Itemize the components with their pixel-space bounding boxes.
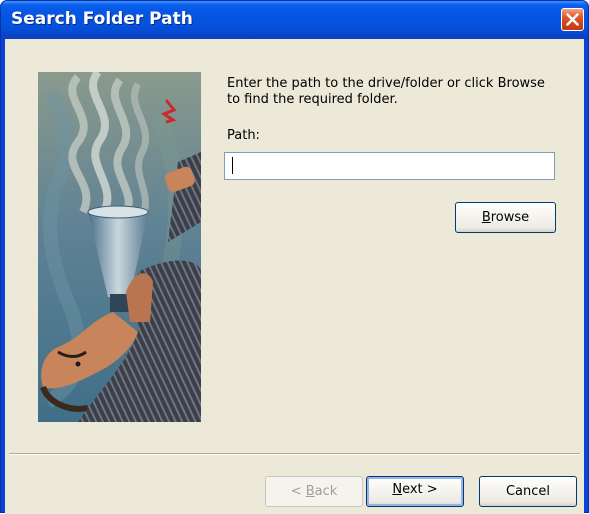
close-icon bbox=[566, 13, 579, 26]
back-button[interactable]: < Back bbox=[265, 476, 363, 507]
dialog-body: Enter the path to the drive/folder or cl… bbox=[5, 39, 584, 514]
back-rest: ack bbox=[314, 484, 338, 499]
path-label: Path: bbox=[227, 128, 260, 143]
back-prefix: < bbox=[290, 484, 306, 499]
close-button[interactable] bbox=[561, 8, 584, 31]
browse-rest: rowse bbox=[490, 210, 530, 225]
footer-separator bbox=[9, 453, 580, 455]
text-caret bbox=[232, 157, 233, 174]
next-accel: N bbox=[392, 482, 403, 497]
title-bar[interactable]: Search Folder Path bbox=[1, 1, 588, 39]
instruction-text: Enter the path to the drive/folder or cl… bbox=[227, 76, 545, 107]
next-rest: ext > bbox=[402, 482, 438, 497]
window-title: Search Folder Path bbox=[11, 9, 193, 29]
dialog-window: Search Folder Path Enter the path to the… bbox=[0, 0, 589, 514]
browse-button[interactable]: Browse bbox=[455, 202, 556, 233]
path-input[interactable] bbox=[224, 152, 555, 180]
wizard-illustration bbox=[38, 72, 201, 422]
next-button[interactable]: Next > bbox=[366, 476, 464, 507]
back-accel: B bbox=[305, 484, 315, 499]
browse-accel: B bbox=[481, 210, 491, 225]
cancel-button[interactable]: Cancel bbox=[479, 476, 577, 507]
